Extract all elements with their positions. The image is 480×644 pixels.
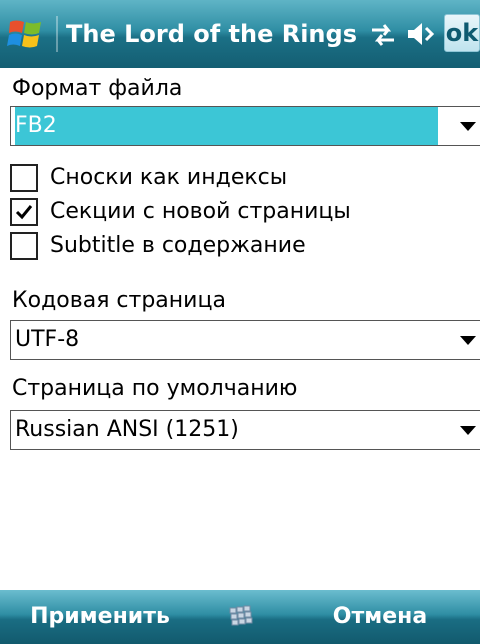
checkmark-icon (15, 205, 33, 220)
file-format-select[interactable]: FB2 (10, 106, 480, 146)
ok-button[interactable]: ok (444, 14, 480, 52)
default-page-select[interactable]: Russian ANSI (1251) (10, 410, 480, 450)
chevron-down-icon[interactable] (460, 336, 476, 345)
speaker-icon[interactable] (406, 20, 438, 48)
menu-bar: Применить Отмена (0, 590, 480, 644)
file-format-label: Формат файла (12, 76, 183, 101)
checkbox-label: Секции с новой страницы (50, 199, 351, 224)
title-bar: The Lord of the Rings 1. F ok (0, 0, 480, 68)
window-title: The Lord of the Rings 1. F (66, 20, 360, 48)
windows-flag-icon[interactable] (6, 14, 46, 54)
chevron-down-icon[interactable] (460, 122, 476, 131)
encoding-select[interactable]: UTF-8 (10, 320, 480, 360)
file-format-value: FB2 (15, 107, 438, 145)
checkbox-box[interactable] (10, 232, 38, 260)
checkbox-box[interactable] (10, 198, 38, 226)
encoding-label: Кодовая страница (12, 288, 226, 313)
title-separator (56, 16, 58, 52)
encoding-value: UTF-8 (15, 327, 80, 352)
checkbox-label: Subtitle в содержание (50, 233, 306, 258)
default-page-label: Страница по умолчанию (12, 376, 298, 401)
connectivity-icon[interactable] (368, 22, 398, 48)
cancel-button[interactable]: Отмена (280, 590, 480, 644)
keyboard-icon[interactable] (226, 602, 256, 632)
checkbox-label: Сноски как индексы (50, 165, 288, 190)
default-page-value: Russian ANSI (1251) (15, 417, 239, 442)
apply-button[interactable]: Применить (0, 590, 200, 644)
chevron-down-icon[interactable] (460, 426, 476, 435)
checkbox-box[interactable] (10, 164, 38, 192)
